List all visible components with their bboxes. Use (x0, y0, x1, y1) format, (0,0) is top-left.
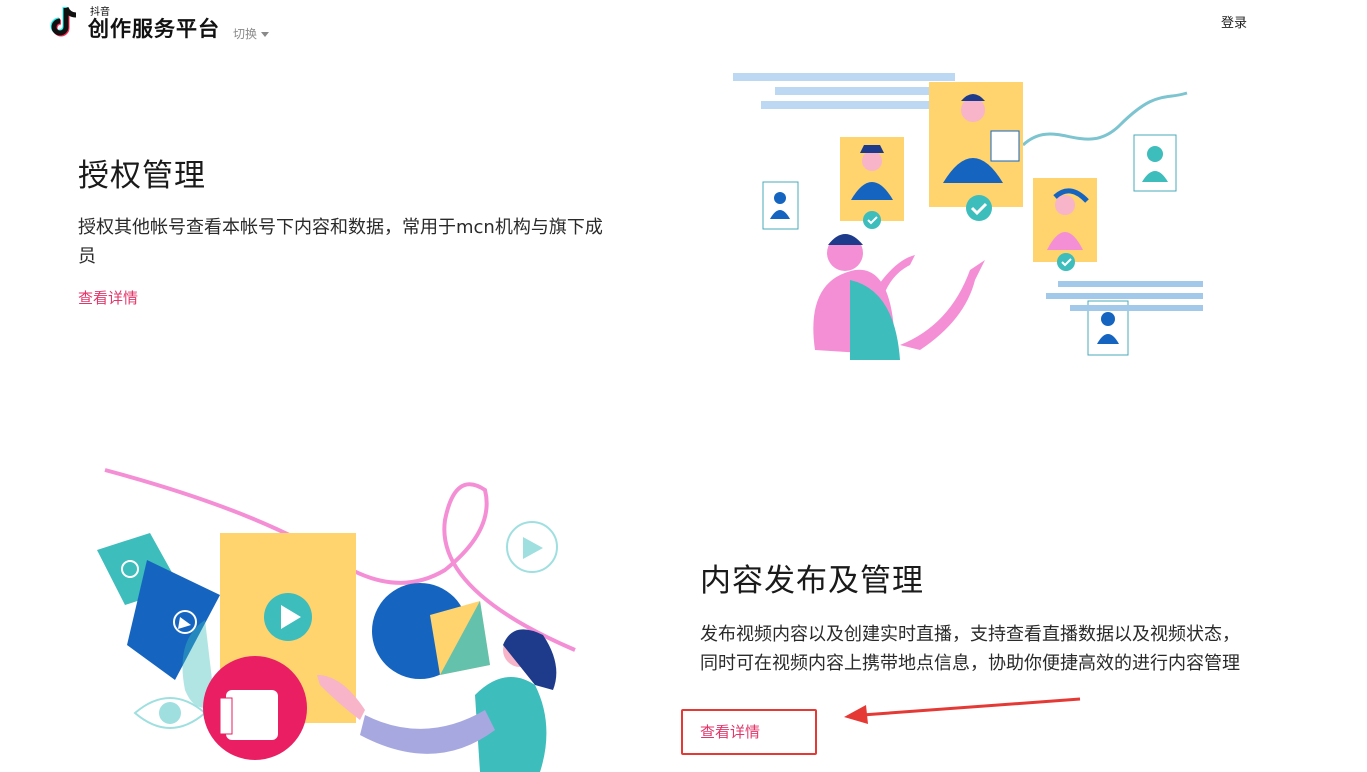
section-title-authorization: 授权管理 (78, 158, 206, 194)
view-details-link-authorization[interactable]: 查看详情 (78, 287, 138, 308)
brand-title[interactable]: 创作服务平台 (88, 13, 220, 43)
section-description-content-publishing: 发布视频内容以及创建实时直播，支持查看直播数据以及视频状态，同时可在视频内容上携… (700, 624, 1240, 674)
caret-down-icon (261, 32, 270, 37)
content-publishing-illustration (97, 468, 576, 772)
section-title-content-publishing: 内容发布及管理 (700, 563, 924, 599)
switch-dropdown[interactable]: 切换 (233, 25, 270, 42)
switch-label: 切换 (233, 27, 258, 41)
login-button[interactable]: 登录 (1221, 12, 1247, 31)
top-header: 抖音 创作服务平台 切换 登录 (0, 0, 1367, 48)
section-description-authorization: 授权其他帐号查看本帐号下内容和数据，常用于mcn机构与旗下成员 (78, 217, 603, 267)
authorization-illustration (733, 73, 1203, 360)
annotation-arrow-icon (844, 697, 1081, 724)
annotation-highlight-box (681, 709, 817, 755)
douyin-logo-icon[interactable] (48, 2, 88, 42)
